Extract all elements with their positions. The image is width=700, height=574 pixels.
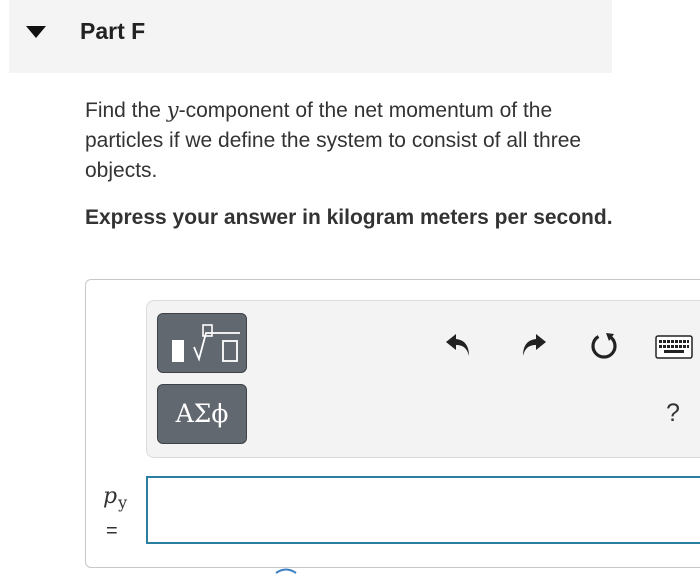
reset-icon[interactable] [589,331,619,361]
templates-button[interactable] [157,313,247,373]
answer-variable-label: py [103,484,128,512]
keyboard-icon[interactable] [655,335,693,359]
greek-symbols-button[interactable]: ΑΣϕ [157,384,247,444]
templates-icon [172,324,240,362]
answer-instruction: Express your answer in kilogram meters p… [85,206,613,229]
question-text-before: Find the [85,99,167,122]
collapse-triangle-icon[interactable] [26,26,46,38]
scroll-indicator-icon [275,568,297,574]
question-text: Find the y-component of the net momentum… [85,95,625,186]
question-variable: y [166,98,179,122]
answer-input[interactable] [146,476,700,544]
redo-icon[interactable] [518,330,548,360]
part-title: Part F [80,18,146,44]
undo-icon[interactable] [444,330,474,360]
answer-subscript: y [118,493,128,512]
equals-sign: = [106,520,118,542]
answer-variable: p [103,484,118,509]
greek-symbols-label: ΑΣϕ [175,399,229,428]
help-button[interactable]: ? [666,399,680,428]
